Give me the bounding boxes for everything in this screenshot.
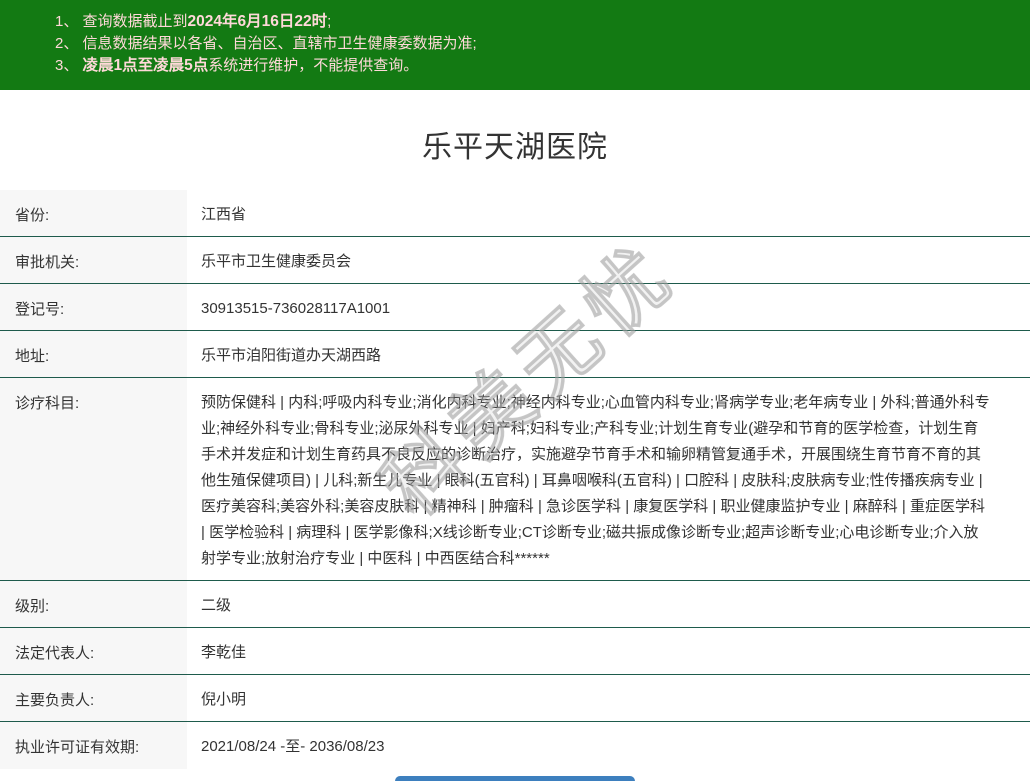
notice-line-2: 2、 信息数据结果以各省、自治区、直辖市卫生健康委数据为准; xyxy=(55,33,1020,55)
row-value: 30913515-736028117A1001 xyxy=(201,300,391,317)
table-row-approval-authority: 审批机关: 乐平市卫生健康委员会 xyxy=(0,237,1030,284)
row-label: 执业许可证有效期: xyxy=(0,722,187,769)
table-row-medical-subjects: 诊疗科目: 预防保健科 | 内科;呼吸内科专业;消化内科专业;神经内科专业;心血… xyxy=(0,378,1030,581)
close-window-button[interactable]: 【关闭窗口】 xyxy=(395,776,635,781)
row-value: 乐平市卫生健康委员会 xyxy=(201,253,352,270)
table-row-registration-number: 登记号: 30913515-736028117A1001 xyxy=(0,284,1030,331)
row-value: 2021/08/24 -至- 2036/08/23 xyxy=(201,738,385,755)
row-label: 诊疗科目: xyxy=(0,378,187,580)
notice-line-1: 1、 查询数据截止到2024年6月16日22时; xyxy=(55,11,1020,33)
page-footer: 【关闭窗口】 ©本图由平台注册用户上传 xyxy=(0,775,1030,781)
row-value: 倪小明 xyxy=(201,691,247,708)
row-value: 预防保健科 | 内科;呼吸内科专业;消化内科专业;神经内科专业;心血管内科专业;… xyxy=(201,394,990,567)
row-value: 乐平市洎阳街道办天湖西路 xyxy=(201,347,382,364)
notice-line-1-pre: 1、 查询数据截止到 xyxy=(55,13,188,30)
row-label: 审批机关: xyxy=(0,237,187,283)
page-title: 乐平天湖医院 xyxy=(422,131,608,164)
notice-line-3-pre: 3、 xyxy=(55,57,83,74)
notice-line-1-bold: 2024年6月16日22时 xyxy=(187,13,328,30)
row-label: 省份: xyxy=(0,190,187,236)
hospital-detail-page: 1、 查询数据截止到2024年6月16日22时; 2、 信息数据结果以各省、自治… xyxy=(0,0,1030,781)
notice-line-3-bold: 凌晨1点至凌晨5点 xyxy=(82,57,209,74)
table-row-province: 省份: 江西省 xyxy=(0,190,1030,237)
notice-line-3: 3、 凌晨1点至凌晨5点系统进行维护，不能提供查询。 xyxy=(55,55,1020,77)
row-label: 级别: xyxy=(0,581,187,627)
row-value: 江西省 xyxy=(201,206,247,223)
row-value: 二级 xyxy=(201,597,232,614)
row-label: 主要负责人: xyxy=(0,675,187,721)
notice-banner: 1、 查询数据截止到2024年6月16日22时; 2、 信息数据结果以各省、自治… xyxy=(0,0,1030,90)
table-row-address: 地址: 乐平市洎阳街道办天湖西路 xyxy=(0,331,1030,378)
notice-line-1-post: ; xyxy=(327,13,332,30)
table-row-legal-representative: 法定代表人: 李乾佳 xyxy=(0,628,1030,675)
row-value: 李乾佳 xyxy=(201,644,247,661)
row-label: 法定代表人: xyxy=(0,628,187,674)
notice-line-3-post: 系统进行维护，不能提供查询。 xyxy=(208,57,419,74)
table-row-level: 级别: 二级 xyxy=(0,581,1030,628)
detail-table: 省份: 江西省 审批机关: 乐平市卫生健康委员会 登记号: 30913515-7… xyxy=(0,190,1030,769)
table-row-license-validity: 执业许可证有效期: 2021/08/24 -至- 2036/08/23 xyxy=(0,722,1030,769)
table-row-person-in-charge: 主要负责人: 倪小明 xyxy=(0,675,1030,722)
row-label: 地址: xyxy=(0,331,187,377)
row-label: 登记号: xyxy=(0,284,187,330)
notice-line-2-pre: 2、 信息数据结果以各省、自治区、直辖市卫生健康委数据为准; xyxy=(55,35,477,52)
